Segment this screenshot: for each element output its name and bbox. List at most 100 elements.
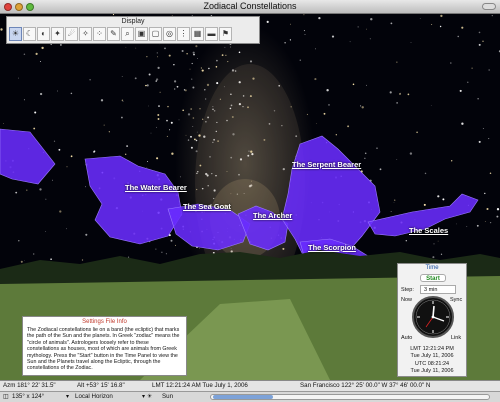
star — [303, 30, 305, 32]
star — [390, 22, 393, 25]
comet-icon[interactable]: ☄ — [65, 27, 78, 41]
constellation-icon[interactable]: ✧ — [79, 27, 92, 41]
star — [224, 46, 226, 48]
star — [225, 54, 227, 56]
star — [18, 239, 20, 242]
status-time: LMT 12:21:24 AM Tue July 1, 2006 — [152, 382, 248, 389]
star — [471, 67, 473, 69]
frame-icon[interactable]: ▢ — [149, 27, 162, 41]
dots-icon[interactable]: ⋮ — [177, 27, 190, 41]
star — [146, 84, 149, 87]
star — [169, 129, 171, 131]
now-button[interactable]: Now — [401, 297, 412, 303]
star — [215, 66, 218, 68]
swirl-icon[interactable]: ◎ — [163, 27, 176, 41]
clock-dial[interactable] — [412, 296, 454, 338]
star — [59, 43, 62, 46]
star — [477, 98, 479, 100]
star — [174, 244, 177, 246]
cluster-icon[interactable]: ⁘ — [93, 27, 106, 41]
star — [156, 126, 157, 128]
star — [364, 157, 366, 159]
star — [191, 78, 193, 80]
star — [122, 101, 124, 102]
star — [366, 84, 367, 86]
star — [399, 93, 401, 95]
star — [155, 80, 157, 82]
star — [352, 83, 355, 86]
step-label: Step: — [401, 287, 414, 293]
star — [489, 172, 492, 174]
star — [189, 68, 191, 70]
star — [50, 258, 52, 261]
star — [379, 168, 382, 171]
star — [0, 28, 3, 31]
bottom-bar: ◫ 135° x 124° ▾ Local Horizon ▾ ☀ Sun — [0, 391, 500, 402]
status-location: San Francisco 122° 25' 00.0" W 37° 46' 0… — [300, 382, 431, 389]
horizon-icon[interactable]: ▬ — [205, 27, 218, 41]
star — [182, 109, 185, 112]
star — [164, 47, 166, 50]
label-serpent-bearer[interactable]: The Serpent Bearer — [292, 160, 361, 169]
image-icon[interactable]: ▣ — [135, 27, 148, 41]
star — [393, 202, 395, 203]
lmt-time: LMT 12:21:24 PM — [410, 346, 454, 352]
star — [466, 226, 468, 227]
label-water-bearer[interactable]: The Water Bearer — [125, 183, 187, 192]
star — [52, 179, 53, 181]
settings-info-panel: Settings File Info The Zodiacal constell… — [22, 316, 187, 376]
target-object[interactable]: Sun — [162, 392, 173, 402]
star — [389, 91, 392, 94]
auto-button[interactable]: Auto — [401, 335, 412, 341]
star — [315, 48, 316, 50]
scrollbar-thumb[interactable] — [213, 395, 273, 399]
horizontal-scrollbar[interactable] — [210, 394, 490, 400]
star — [366, 28, 367, 30]
flag-icon[interactable]: ⚑ — [219, 27, 232, 41]
star — [41, 46, 44, 50]
title-bar: Zodiacal Constellations — [0, 0, 500, 14]
star — [369, 38, 371, 40]
star — [158, 105, 160, 108]
label-sea-goat[interactable]: The Sea Goat — [183, 202, 231, 211]
star — [205, 98, 207, 100]
star — [173, 64, 175, 66]
display-panel-title: Display — [121, 18, 145, 25]
planet-icon[interactable]: ◐ — [37, 27, 50, 41]
lmt-date: Tue July 11, 2006 — [410, 353, 454, 359]
star — [192, 86, 195, 89]
star — [201, 69, 204, 72]
star — [238, 51, 241, 54]
label-scorpion[interactable]: The Scorpion — [308, 243, 356, 252]
label-archer[interactable]: The Archer — [253, 211, 292, 220]
star — [206, 83, 210, 87]
pencil-icon[interactable]: ✎ — [107, 27, 120, 41]
star — [157, 56, 159, 58]
star — [146, 167, 148, 168]
clock-face — [415, 299, 451, 335]
magnifier-icon[interactable]: ⌕ — [121, 27, 134, 41]
star — [478, 140, 481, 143]
star — [192, 117, 195, 119]
start-button[interactable]: Start — [420, 274, 446, 282]
star — [34, 111, 37, 114]
star — [23, 99, 25, 101]
sun-icon[interactable]: ☀ — [9, 27, 22, 41]
star-icon[interactable]: ✦ — [51, 27, 64, 41]
star — [461, 26, 464, 29]
star — [59, 210, 62, 213]
star — [120, 116, 123, 119]
star — [476, 224, 479, 227]
star — [156, 52, 158, 54]
toolbar-toggle-button[interactable] — [482, 3, 496, 10]
field-of-view[interactable]: 135° x 124° — [12, 392, 44, 402]
moon-icon[interactable]: ☾ — [23, 27, 36, 41]
star — [128, 256, 130, 258]
star — [81, 259, 84, 261]
view-mode-select[interactable]: Local Horizon — [75, 392, 113, 402]
grid-icon[interactable]: ▦ — [191, 27, 204, 41]
link-button[interactable]: Link — [451, 335, 461, 341]
star — [204, 89, 206, 91]
step-select[interactable]: 3 min — [420, 285, 456, 294]
label-scales[interactable]: The Scales — [409, 226, 448, 235]
